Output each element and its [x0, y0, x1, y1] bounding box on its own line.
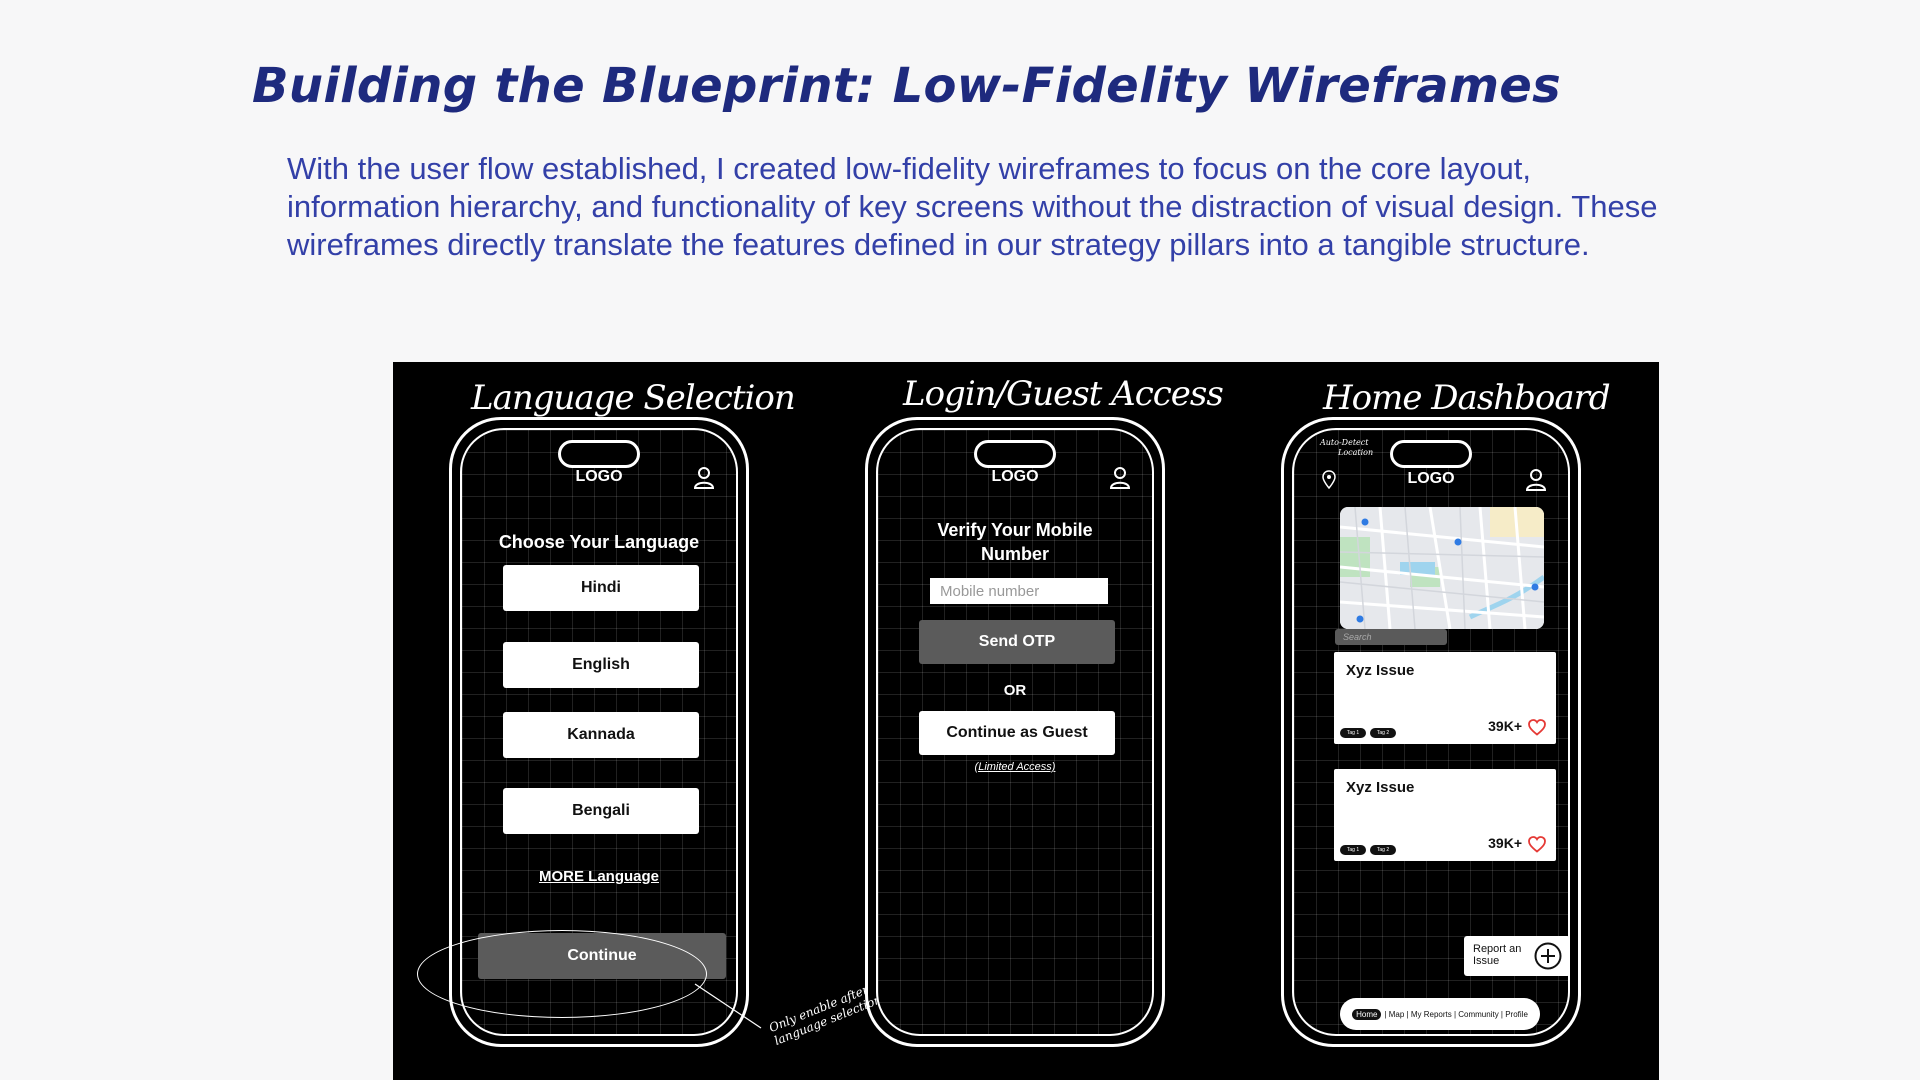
nav-links[interactable]: | Map | My Reports | Community | Profile: [1384, 1010, 1527, 1019]
report-issue-button[interactable]: Report an Issue: [1464, 936, 1568, 976]
annotation-pointer: [694, 983, 762, 1029]
language-option-english[interactable]: English: [503, 642, 699, 688]
issue-card[interactable]: Xyz Issue Tag 1 Tag 2 39K+: [1334, 652, 1556, 744]
issue-tag[interactable]: Tag 2: [1370, 728, 1396, 738]
issue-title: Xyz Issue: [1346, 779, 1415, 796]
issue-card[interactable]: Xyz Issue Tag 1 Tag 2 39K+: [1334, 769, 1556, 861]
language-option-hindi[interactable]: Hindi: [503, 565, 699, 611]
search-input[interactable]: Search: [1335, 629, 1447, 645]
bottom-nav: Home | Map | My Reports | Community | Pr…: [1340, 998, 1540, 1030]
language-heading: Choose Your Language: [498, 532, 700, 552]
language-option-bengali[interactable]: Bengali: [503, 788, 699, 834]
map-image[interactable]: [1340, 507, 1544, 629]
annotation-ellipse: [417, 930, 707, 1018]
page-title: Building the Blueprint: Low-Fidelity Wir…: [252, 58, 1562, 114]
issue-tag[interactable]: Tag 2: [1370, 845, 1396, 855]
phone-home-dashboard: Auto-Detect Location LOGO Search Xyz Iss…: [1281, 417, 1581, 1047]
user-icon[interactable]: [694, 467, 714, 489]
user-icon[interactable]: [1110, 467, 1130, 489]
continue-guest-button[interactable]: Continue as Guest: [919, 711, 1115, 755]
mobile-number-input[interactable]: Mobile number: [930, 578, 1108, 604]
dynamic-island: [1390, 440, 1472, 468]
plus-circle-icon: [1534, 942, 1562, 970]
limited-access-link[interactable]: (Limited Access): [878, 761, 1152, 773]
issue-title: Xyz Issue: [1346, 662, 1415, 679]
caption-login-guest: Login/Guest Access: [903, 374, 1224, 414]
user-icon[interactable]: [1526, 469, 1546, 491]
auto-detect-note: Auto-Detect Location: [1320, 438, 1374, 457]
phone-screen: LOGO Verify Your Mobile Number Mobile nu…: [876, 428, 1154, 1036]
nav-home[interactable]: Home: [1352, 1008, 1382, 1020]
or-divider: OR: [1003, 682, 1027, 699]
wireframe-board: Language Selection Login/Guest Access Ho…: [393, 362, 1659, 1080]
issue-tag[interactable]: Tag 1: [1340, 728, 1366, 738]
issue-tag[interactable]: Tag 1: [1340, 845, 1366, 855]
issue-upvote-count: 39K+: [1488, 835, 1522, 851]
send-otp-button[interactable]: Send OTP: [919, 620, 1115, 664]
phone-login-guest: LOGO Verify Your Mobile Number Mobile nu…: [865, 417, 1165, 1047]
verify-heading: Verify Your Mobile Number: [937, 520, 1093, 564]
heart-icon[interactable]: [1528, 836, 1546, 853]
caption-language-selection: Language Selection: [471, 378, 796, 418]
language-option-kannada[interactable]: Kannada: [503, 712, 699, 758]
dynamic-island: [974, 440, 1056, 468]
report-issue-label: Report an Issue: [1473, 943, 1522, 967]
dynamic-island: [558, 440, 640, 468]
phone-screen: Auto-Detect Location LOGO Search Xyz Iss…: [1292, 428, 1570, 1036]
more-language-link[interactable]: MORE Language: [462, 868, 736, 885]
intro-paragraph: With the user flow established, I create…: [287, 151, 1658, 262]
issue-upvote-count: 39K+: [1488, 718, 1522, 734]
heart-icon[interactable]: [1528, 719, 1546, 736]
caption-home-dashboard: Home Dashboard: [1323, 378, 1611, 418]
